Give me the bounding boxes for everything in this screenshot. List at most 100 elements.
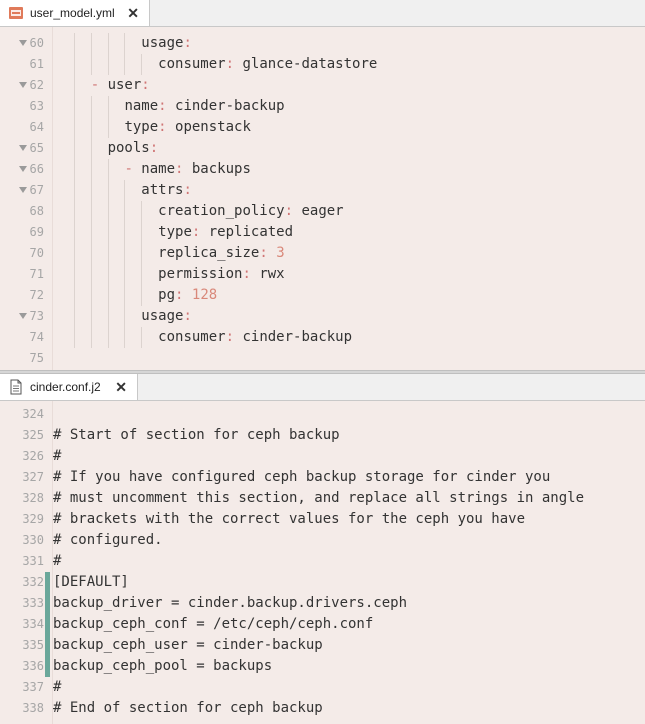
code-line: - user: <box>57 75 150 96</box>
line-number: 63 <box>0 96 52 117</box>
indent-guide <box>124 222 126 243</box>
code-line: consumer: cinder-backup <box>57 327 352 348</box>
line-number-text: 62 <box>29 78 44 92</box>
line-number-gutter: 60 61 62 63 64 65 66 67 68 69 70 71 72 73 74 75 <box>0 27 53 370</box>
indent-guide <box>73 243 75 264</box>
close-icon[interactable]: ✕ <box>127 5 139 22</box>
line-number: 61 <box>0 54 52 75</box>
tab-user-model-yml[interactable]: user_model.yml ✕ <box>0 0 150 26</box>
code-line: [DEFAULT] <box>53 574 129 590</box>
line-number-text: 68 <box>29 204 44 218</box>
line-number: 70 <box>0 243 52 264</box>
indent-guide <box>73 33 75 54</box>
indent-guide <box>90 117 92 138</box>
code-line: consumer: glance-datastore <box>57 54 377 75</box>
code-line: backup_ceph_pool = backups <box>53 658 273 674</box>
code-token: : <box>158 119 167 135</box>
line-number-text: 71 <box>29 267 44 281</box>
code-line: # <box>53 448 62 464</box>
code-token: replica_size <box>158 245 260 261</box>
indent-guide <box>90 327 92 348</box>
indent-guide <box>90 243 92 264</box>
code-editor-bottom[interactable]: 324 325 326 327 328 329 330 331 332 333 334 335 336 3… <box>0 401 645 724</box>
indent-guide <box>90 96 92 117</box>
code-token: rwx <box>250 266 285 282</box>
line-number: 74 <box>0 327 52 348</box>
code-line: pools: <box>57 138 159 159</box>
line-number: 338 <box>0 698 52 719</box>
line-number-text: 326 <box>22 449 44 463</box>
close-icon[interactable]: ✕ <box>115 379 127 396</box>
code-token: name <box>141 161 176 177</box>
line-number-text: 328 <box>22 491 44 505</box>
line-number: 72 <box>0 285 52 306</box>
code-token: : <box>183 182 192 198</box>
code-line: # brackets with the correct values for t… <box>53 511 526 527</box>
indent-guide <box>90 33 92 54</box>
fold-arrow-icon[interactable] <box>19 82 27 88</box>
line-number-text: 67 <box>29 183 44 197</box>
modified-line-marker <box>45 572 50 593</box>
line-number: 324 <box>0 404 52 425</box>
code-token: cinder-backup <box>166 98 285 114</box>
indent-guide <box>141 201 143 222</box>
fold-arrow-icon[interactable] <box>19 145 27 151</box>
indent-guide <box>90 54 92 75</box>
fold-arrow-icon[interactable] <box>19 166 27 172</box>
code-line: backup_driver = cinder.backup.drivers.ce… <box>53 595 408 611</box>
indent-guide <box>124 201 126 222</box>
text-file-icon <box>8 379 24 395</box>
code-token: replicated <box>200 224 294 240</box>
indent-guide <box>73 222 75 243</box>
tab-cinder-conf-j2[interactable]: cinder.conf.j2 ✕ <box>0 374 138 400</box>
line-number-text: 337 <box>22 680 44 694</box>
tab-bar-bottom: cinder.conf.j2 ✕ <box>0 374 645 401</box>
line-number-text: 70 <box>29 246 44 260</box>
code-line: # must uncomment this section, and repla… <box>53 490 585 506</box>
code-token: usage <box>141 308 184 324</box>
indent-guide <box>107 264 109 285</box>
code-editor-top[interactable]: 60 61 62 63 64 65 66 67 68 69 70 71 72 73 74 75 usage: … <box>0 27 645 370</box>
indent-guide <box>73 327 75 348</box>
fold-arrow-icon[interactable] <box>19 40 27 46</box>
indent-guide <box>107 159 109 180</box>
line-number-text: 327 <box>22 470 44 484</box>
fold-arrow-icon[interactable] <box>19 187 27 193</box>
indent-guide <box>107 285 109 306</box>
code-token: pools <box>107 140 150 156</box>
indent-guide <box>141 264 143 285</box>
line-number: 329 <box>0 509 52 530</box>
code-content[interactable]: # Start of section for ceph backup # # If … <box>53 401 645 724</box>
line-number-text: 329 <box>22 512 44 526</box>
code-token: cinder-backup <box>234 329 353 345</box>
indent-guide <box>90 222 92 243</box>
line-number: 331 <box>0 551 52 572</box>
code-token: type <box>158 224 192 240</box>
code-content[interactable]: usage: consumer: glance-datastore - user… <box>53 27 645 370</box>
indent-guide <box>107 243 109 264</box>
code-token: : <box>183 308 192 324</box>
line-number: 73 <box>0 306 52 327</box>
code-line: # End of section for ceph backup <box>53 700 323 716</box>
indent-guide <box>90 180 92 201</box>
indent-guide <box>73 285 75 306</box>
code-token: backups <box>183 161 251 177</box>
code-token: : <box>284 203 294 219</box>
line-number: 69 <box>0 222 52 243</box>
indent-guide <box>73 54 75 75</box>
yaml-file-icon <box>8 5 24 21</box>
code-token: : <box>242 266 251 282</box>
line-number: 325 <box>0 425 52 446</box>
indent-guide <box>73 96 75 117</box>
indent-guide <box>141 327 143 348</box>
fold-arrow-icon[interactable] <box>19 313 27 319</box>
line-number-text: 331 <box>22 554 44 568</box>
indent-guide <box>73 201 75 222</box>
code-token: 128 <box>191 287 218 303</box>
indent-guide <box>90 285 92 306</box>
indent-guide <box>141 54 143 75</box>
indent-guide <box>124 180 126 201</box>
